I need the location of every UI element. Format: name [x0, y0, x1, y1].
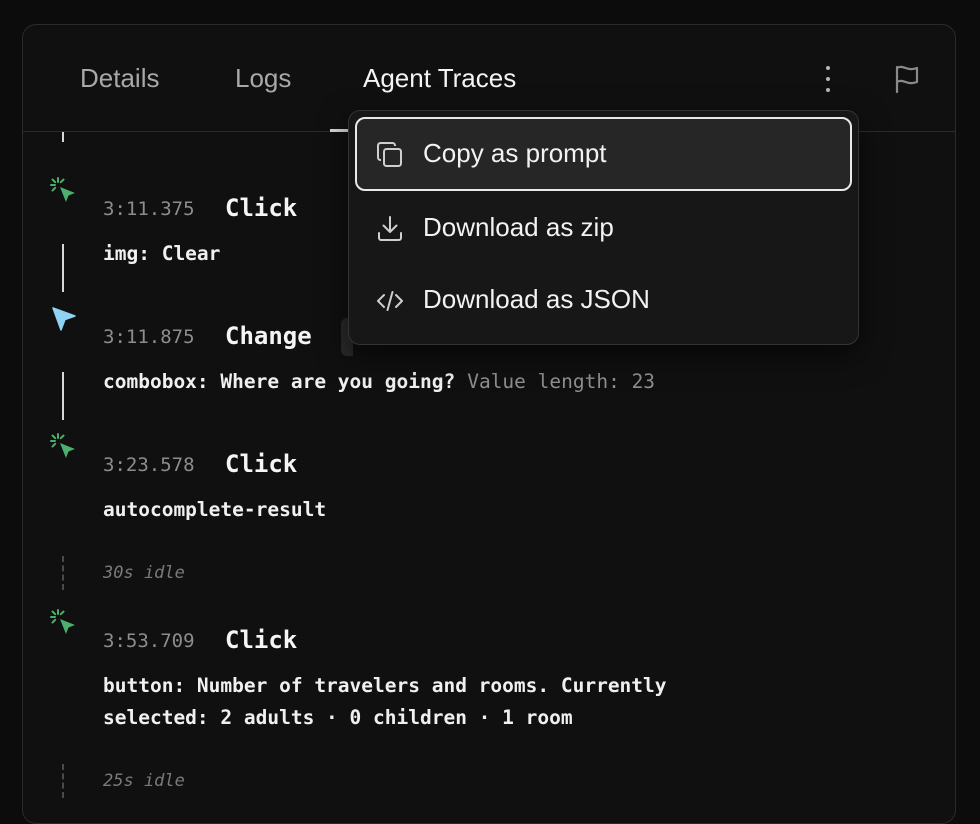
click-cursor-icon [50, 433, 75, 458]
timeline-connector [62, 244, 64, 292]
idle-connector [62, 556, 64, 590]
menu-item-label: Copy as prompt [423, 138, 607, 168]
tab-logs[interactable]: Logs [235, 63, 291, 93]
export-menu: Copy as prompt Download as zip Download … [348, 110, 859, 345]
idle-connector [62, 764, 64, 798]
event-time: 3:53.709 [103, 630, 195, 652]
kebab-vertical-icon[interactable] [811, 61, 845, 97]
idle-label: 25s idle [103, 771, 185, 791]
event-time: 3:23.578 [103, 454, 195, 476]
click-cursor-icon [50, 609, 75, 634]
event-time: 3:11.875 [103, 326, 195, 348]
idle-label: 30s idle [103, 563, 185, 583]
event-detail: selected: 2 adults · 0 children · 1 room [103, 706, 573, 729]
timeline-connector [62, 132, 64, 142]
event-action: Click [225, 626, 298, 654]
event-detail-text: combobox: Where are you going? [103, 370, 456, 393]
event-detail: autocomplete-result [103, 498, 327, 521]
code-icon [377, 291, 403, 311]
flag-icon[interactable] [891, 63, 923, 95]
menu-item-copy-as-prompt[interactable]: Copy as prompt [355, 117, 852, 191]
timeline-connector [62, 372, 64, 420]
download-icon [378, 216, 402, 241]
menu-item-label: Download as zip [423, 212, 614, 242]
menu-item-download-json[interactable]: Download as JSON [355, 263, 852, 337]
event-detail: button: Number of travelers and rooms. C… [103, 674, 667, 697]
menu-item-download-zip[interactable]: Download as zip [355, 191, 852, 265]
event-action: Click [225, 194, 298, 222]
event-action: Change [225, 322, 312, 350]
pointer-arrow-icon [52, 307, 76, 331]
menu-item-label: Download as JSON [423, 284, 650, 314]
event-detail: combobox: Where are you going? Value leng… [103, 366, 655, 398]
event-detail-extra: Value length: 23 [467, 370, 656, 393]
tab-details[interactable]: Details [80, 63, 159, 93]
tab-agent-traces[interactable]: Agent Traces [363, 63, 516, 93]
event-time: 3:11.375 [103, 198, 195, 220]
event-action: Click [225, 450, 298, 478]
click-cursor-icon [50, 177, 75, 202]
copy-icon [377, 142, 402, 167]
event-detail: img: Clear [103, 242, 221, 265]
